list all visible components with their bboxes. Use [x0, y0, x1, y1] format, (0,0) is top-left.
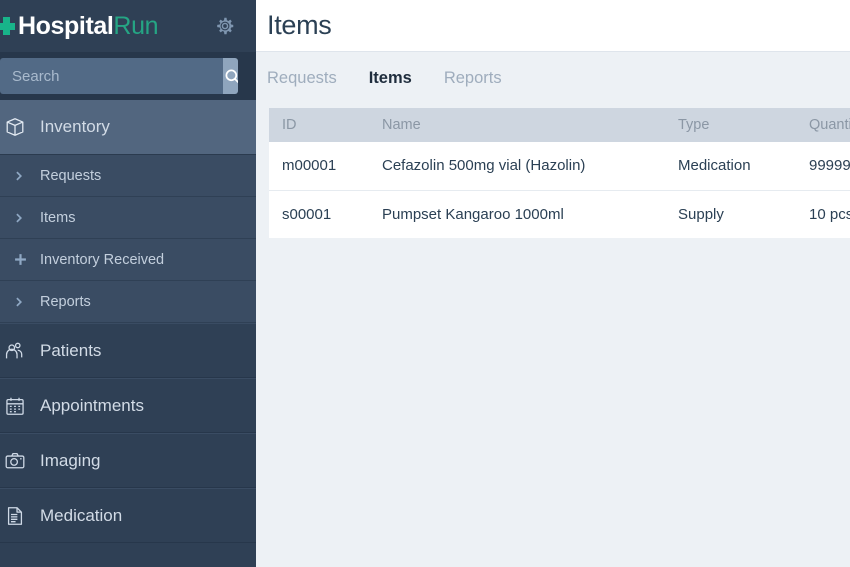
sidebar: Hospital Run Search Inventory Requests I… — [0, 0, 256, 567]
plus-icon — [0, 253, 40, 266]
chevron-right-icon — [0, 296, 40, 308]
cell-type: Supply — [665, 190, 796, 238]
sidebar-item-imaging[interactable]: Imaging — [0, 433, 256, 488]
search-input[interactable] — [0, 58, 223, 94]
sidebar-item-label: Reports — [40, 293, 91, 310]
camera-icon — [0, 450, 40, 472]
items-table: ID Name Type Quantity m00001 Cefazolin 5… — [269, 108, 850, 238]
table-body: m00001 Cefazolin 500mg vial (Hazolin) Me… — [269, 142, 850, 238]
brand-header: Hospital Run — [0, 0, 256, 52]
sidebar-item-label: Items — [40, 209, 76, 226]
cell-type: Medication — [665, 142, 796, 191]
table-header: ID Name Type Quantity — [269, 108, 850, 142]
sidebar-search — [0, 52, 256, 100]
app-root: Hospital Run Search Inventory Requests I… — [0, 0, 850, 567]
sidebar-item-label: Requests — [40, 167, 102, 184]
search-icon — [225, 69, 238, 83]
sidebar-item-label: Imaging — [40, 450, 101, 470]
sidebar-item-label: Inventory — [40, 117, 110, 136]
brand-name-secondary: Run — [113, 11, 159, 40]
sidebar-item-appointments[interactable]: Appointments — [0, 378, 256, 433]
gear-icon[interactable] — [212, 13, 238, 39]
table-header-row: ID Name Type Quantity — [269, 108, 850, 142]
cell-name: Pumpset Kangaroo 1000ml — [369, 190, 665, 238]
tab-reports[interactable]: Reports — [444, 69, 502, 88]
sidebar-item-requests[interactable]: Requests — [0, 155, 256, 197]
search-button[interactable] — [223, 58, 238, 94]
tab-requests[interactable]: Requests — [267, 69, 337, 88]
table-row[interactable]: m00001 Cefazolin 500mg vial (Hazolin) Me… — [269, 142, 850, 191]
green-cross-icon — [0, 17, 15, 35]
column-header-name[interactable]: Name — [369, 108, 665, 142]
cell-name: Cefazolin 500mg vial (Hazolin) — [369, 142, 665, 191]
document-icon — [0, 505, 40, 527]
sidebar-item-inventory-received[interactable]: Inventory Received — [0, 239, 256, 281]
sidebar-item-label: Patients — [40, 340, 102, 360]
app-logo[interactable]: Hospital Run — [0, 11, 159, 40]
cell-quantity: 10 pcs — [796, 190, 850, 238]
page-header: Items — [256, 0, 850, 52]
box-icon — [0, 116, 40, 138]
page-title: Items — [267, 10, 332, 40]
people-icon — [0, 340, 40, 362]
main-content: Items Requests Items Reports ID Name Typ… — [256, 0, 850, 567]
sidebar-item-patients[interactable]: Patients — [0, 323, 256, 378]
sidebar-item-items[interactable]: Items — [0, 197, 256, 239]
sidebar-item-medication[interactable]: Medication — [0, 488, 256, 543]
table-row[interactable]: s00001 Pumpset Kangaroo 1000ml Supply 10… — [269, 190, 850, 238]
column-header-id[interactable]: ID — [269, 108, 369, 142]
brand-name-primary: Hospital — [18, 11, 114, 40]
sidebar-item-label: Inventory Received — [40, 251, 165, 268]
cell-quantity: 999998 vial — [796, 142, 850, 191]
cell-id: s00001 — [269, 190, 369, 238]
items-table-container: ID Name Type Quantity m00001 Cefazolin 5… — [269, 108, 850, 238]
chevron-right-icon — [0, 170, 40, 182]
column-header-quantity[interactable]: Quantity — [796, 108, 850, 142]
chevron-right-icon — [0, 212, 40, 224]
calendar-icon — [0, 395, 40, 417]
column-header-type[interactable]: Type — [665, 108, 796, 142]
sidebar-item-label: Medication — [40, 505, 123, 525]
tab-items[interactable]: Items — [369, 69, 412, 88]
sidebar-nav: Inventory Requests Items Inventory Recei… — [0, 100, 256, 567]
sidebar-item-label: Appointments — [40, 395, 144, 415]
sidebar-item-reports[interactable]: Reports — [0, 281, 256, 323]
sidebar-item-inventory[interactable]: Inventory — [0, 100, 256, 155]
tab-bar: Requests Items Reports — [256, 52, 850, 104]
cell-id: m00001 — [269, 142, 369, 191]
